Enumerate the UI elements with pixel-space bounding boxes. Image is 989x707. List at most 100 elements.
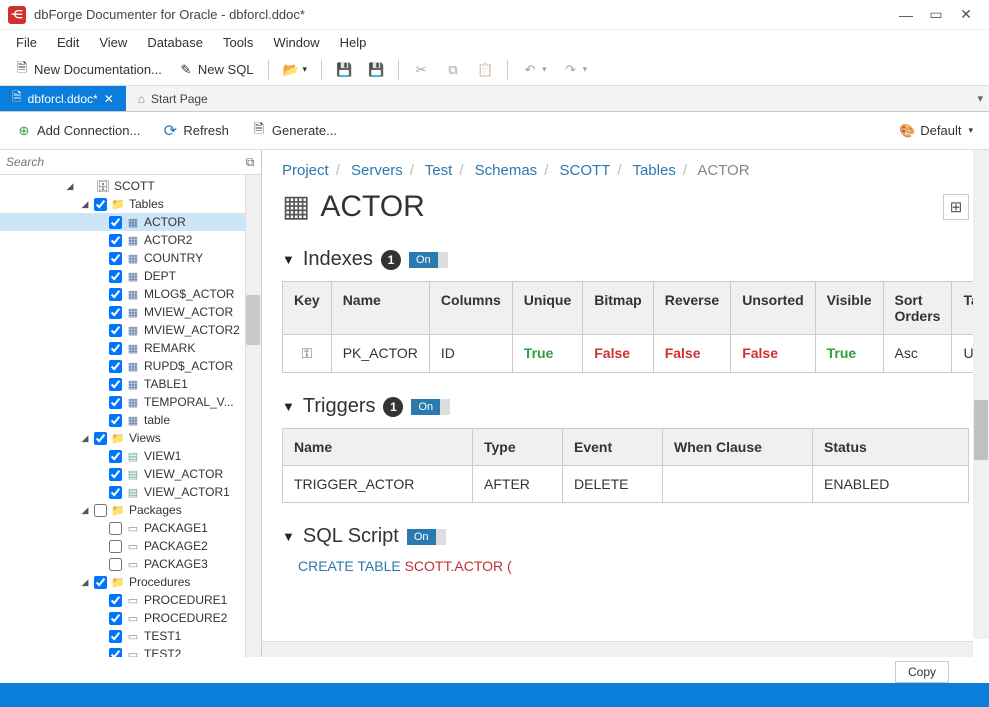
paste-button[interactable]: 📋 (471, 59, 499, 81)
include-checkbox[interactable] (109, 522, 122, 535)
tree-node[interactable]: ▦MLOG$_ACTOR (0, 285, 261, 303)
trigger-row[interactable]: TRIGGER_ACTOR AFTER DELETE ENABLED (283, 466, 969, 503)
expand-icon[interactable]: ◢ (79, 433, 91, 444)
sql-toggle[interactable]: On (407, 529, 436, 545)
tab-overflow-icon[interactable]: ▾ (977, 92, 983, 105)
index-row[interactable]: ⚿ PK_ACTOR ID True False False False Tru… (283, 335, 989, 373)
tree-node[interactable]: ▦TABLE1 (0, 375, 261, 393)
tree-node[interactable]: ▦ACTOR (0, 213, 261, 231)
theme-selector[interactable]: 🎨Default▾ (891, 119, 981, 143)
menu-window[interactable]: Window (265, 32, 327, 53)
include-checkbox[interactable] (109, 612, 122, 625)
include-checkbox[interactable] (109, 252, 122, 265)
new-documentation-button[interactable]: 🗎New Documentation... (8, 59, 168, 81)
tree-scrollbar[interactable] (245, 175, 261, 657)
open-button[interactable]: 📂▾ (277, 59, 314, 81)
tree-node[interactable]: ◢📁Views (0, 429, 261, 447)
tree-node[interactable]: ▦RUPD$_ACTOR (0, 357, 261, 375)
undo-button[interactable]: ↶▾ (516, 59, 553, 81)
generate-button[interactable]: 🗎Generate... (243, 119, 345, 143)
breadcrumb-servers[interactable]: Servers (351, 162, 403, 179)
menu-tools[interactable]: Tools (215, 32, 261, 53)
maximize-button[interactable]: ▭ (921, 6, 951, 23)
include-checkbox[interactable] (109, 648, 122, 658)
include-checkbox[interactable] (109, 486, 122, 499)
menu-view[interactable]: View (91, 32, 135, 53)
tree-node[interactable]: ▭TEST1 (0, 627, 261, 645)
tree-node[interactable]: ▭PROCEDURE1 (0, 591, 261, 609)
include-checkbox[interactable] (94, 198, 107, 211)
close-button[interactable]: ✕ (951, 6, 981, 23)
tab-start-page[interactable]: ⌂ Start Page (126, 86, 220, 111)
search-input[interactable] (0, 151, 239, 173)
breadcrumb-schemas[interactable]: Schemas (475, 162, 538, 179)
minimize-button[interactable]: — (891, 7, 921, 23)
tree-node[interactable]: ▦TEMPORAL_V... (0, 393, 261, 411)
save-button[interactable]: 💾 (330, 59, 358, 81)
tree-node[interactable]: ▦COUNTRY (0, 249, 261, 267)
collapse-sql-icon[interactable]: ▼ (282, 529, 295, 544)
menu-edit[interactable]: Edit (49, 32, 87, 53)
include-checkbox[interactable] (109, 288, 122, 301)
include-checkbox[interactable] (109, 306, 122, 319)
include-checkbox[interactable] (109, 270, 122, 283)
tree-node[interactable]: ▤VIEW_ACTOR (0, 465, 261, 483)
tree-node[interactable]: ▦ACTOR2 (0, 231, 261, 249)
tree-node[interactable]: ▦DEPT (0, 267, 261, 285)
close-tab-icon[interactable]: ✕ (104, 92, 114, 106)
collapse-triggers-icon[interactable]: ▼ (282, 399, 295, 414)
breadcrumb-project[interactable]: Project (282, 162, 329, 179)
menu-database[interactable]: Database (139, 32, 211, 53)
triggers-toggle[interactable]: On (411, 399, 440, 415)
include-checkbox[interactable] (109, 324, 122, 337)
refresh-button[interactable]: ⟳Refresh (154, 119, 237, 143)
scrollbar-thumb[interactable] (246, 295, 260, 345)
include-checkbox[interactable] (109, 234, 122, 247)
menu-help[interactable]: Help (332, 32, 375, 53)
copy-button[interactable]: ⧉ (439, 59, 467, 81)
tree-node[interactable]: ▭PROCEDURE2 (0, 609, 261, 627)
tree-node[interactable]: ◢📁Procedures (0, 573, 261, 591)
menu-file[interactable]: File (8, 32, 45, 53)
add-connection-button[interactable]: ⊕Add Connection... (8, 119, 148, 143)
include-checkbox[interactable] (109, 594, 122, 607)
include-checkbox[interactable] (109, 630, 122, 643)
tree-node[interactable]: ▦REMARK (0, 339, 261, 357)
tab-dbforcl[interactable]: 🗎 dbforcl.ddoc* ✕ (0, 86, 126, 111)
expand-icon[interactable]: ◢ (79, 505, 91, 516)
tree-node[interactable]: ▭TEST2 (0, 645, 261, 657)
expand-icon[interactable]: ◢ (79, 199, 91, 210)
scrollbar-thumb[interactable] (974, 400, 988, 460)
tree-node[interactable]: ▭PACKAGE1 (0, 519, 261, 537)
include-checkbox[interactable] (109, 360, 122, 373)
tree-node[interactable]: ▦MVIEW_ACTOR2 (0, 321, 261, 339)
content-scrollbar[interactable] (973, 150, 989, 639)
tree-node[interactable]: ◢📁Packages (0, 501, 261, 519)
copy-button[interactable]: Copy (895, 661, 949, 683)
include-checkbox[interactable] (109, 450, 122, 463)
tree-node[interactable]: ▭PACKAGE3 (0, 555, 261, 573)
tree-node[interactable]: ▭PACKAGE2 (0, 537, 261, 555)
new-sql-button[interactable]: ✎New SQL (172, 59, 260, 81)
include-checkbox[interactable] (109, 342, 122, 355)
tree-node[interactable]: ▤VIEW_ACTOR1 (0, 483, 261, 501)
tree-node[interactable]: ▦table (0, 411, 261, 429)
collapse-indexes-icon[interactable]: ▼ (282, 252, 295, 267)
include-checkbox[interactable] (109, 396, 122, 409)
save-all-button[interactable]: 💾 (362, 59, 390, 81)
indexes-toggle[interactable]: On (409, 252, 438, 268)
include-checkbox[interactable] (109, 468, 122, 481)
expand-icon[interactable]: ◢ (64, 181, 76, 192)
breadcrumb-tables[interactable]: Tables (632, 162, 675, 179)
include-checkbox[interactable] (109, 414, 122, 427)
tree-node[interactable]: ▦MVIEW_ACTOR (0, 303, 261, 321)
include-checkbox[interactable] (94, 504, 107, 517)
tree-node[interactable]: ◢🗄SCOTT (0, 177, 261, 195)
include-checkbox[interactable] (94, 576, 107, 589)
cut-button[interactable]: ✂ (407, 59, 435, 81)
layout-toggle-button[interactable]: ⊞ (943, 194, 969, 220)
content-hscrollbar[interactable] (262, 641, 973, 657)
tree-node[interactable]: ◢📁Tables (0, 195, 261, 213)
include-checkbox[interactable] (109, 540, 122, 553)
include-checkbox[interactable] (94, 432, 107, 445)
